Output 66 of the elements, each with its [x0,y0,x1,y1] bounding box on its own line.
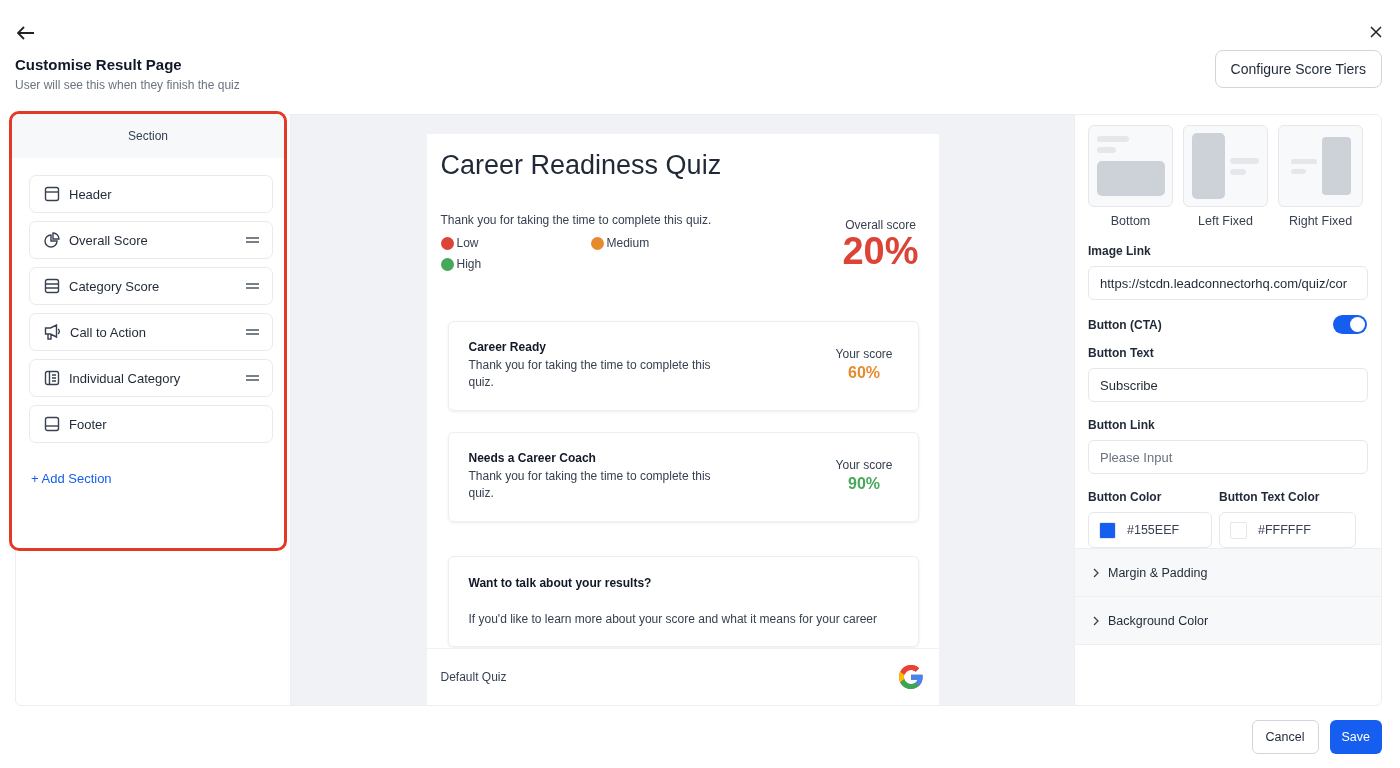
button-text-field[interactable]: Subscribe [1088,368,1368,402]
category-description: Thank you for taking the time to complete this quiz. [468,357,712,391]
accordion-header[interactable]: Background Color [1075,596,1381,645]
accordion-header[interactable]: Margin & Padding [1075,548,1381,596]
configure-score-tiers-button[interactable]: Configure Score Tiers [1214,50,1382,88]
footer-layout-icon [44,416,60,432]
chevron-right-icon [1093,615,1099,626]
add-section-link[interactable]: + Add Section [31,471,284,486]
legend-label: Medium [606,236,650,250]
category-name: Career Ready [468,340,547,354]
cancel-button[interactable]: Cancel [1251,720,1319,754]
rows-icon [44,278,60,294]
toggle-switch[interactable] [1333,315,1367,334]
color-field[interactable]: #155EEF [1088,512,1212,548]
page-subtitle: User will see this when they finish the quiz [15,78,240,92]
category-name: Needs a Career Coach [468,451,597,465]
cta-title: Want to talk about your results? [468,576,653,590]
g-logo-icon [896,663,925,691]
bottom-layout-icon [1096,136,1165,196]
field-label: Button Text Color [1219,490,1321,504]
section-item[interactable]: Category Score [29,267,273,305]
pie-chart-icon [44,232,60,248]
chevron-right-icon [1093,567,1099,578]
field-label: Button (CTA) [1088,317,1162,332]
layout-label: Right Fixed [1288,214,1353,228]
footer-text: Default Quiz [440,670,507,684]
field-label: Button Color [1088,490,1163,504]
drag-handle-icon[interactable] [246,375,259,381]
section-item[interactable]: Header [29,175,273,213]
close-icon[interactable] [1370,26,1382,38]
image-link-field[interactable]: https://stcdn.leadconnectorhq.com/quiz/cor [1088,266,1368,300]
layout-label: Left Fixed [1198,214,1253,228]
category-description: Thank you for taking the time to complete this quiz. [468,468,712,502]
back-icon[interactable] [17,26,35,40]
page-title: Customise Result Page [15,56,183,73]
button-link-field[interactable]: Please Input [1088,440,1368,474]
field-label: Image Link [1088,244,1152,258]
color-field[interactable]: #FFFFFF [1219,512,1356,548]
overall-score-value: 20% [842,232,919,270]
score-label: Your score [835,347,893,361]
overall-score-label: Overall score [844,218,917,232]
intro-text: Thank you for taking the time to complete this quiz. [440,213,713,227]
megaphone-icon [44,324,61,340]
panel-title: Section [12,114,284,158]
list-icon [44,370,60,386]
drag-handle-icon[interactable] [246,329,259,335]
legend-label: Low [456,236,479,250]
section-item[interactable]: Overall Score [29,221,273,259]
section-item[interactable]: Individual Category [29,359,273,397]
field-label: Button Link [1088,418,1156,432]
category-score: 90% [847,475,882,493]
field-label: Button Text [1088,346,1155,360]
quiz-title: Career Readiness Quiz [440,150,723,181]
section-item[interactable]: Footer [29,405,273,443]
category-score: 60% [847,364,882,382]
drag-handle-icon[interactable] [246,237,259,243]
left-layout-icon [1191,133,1260,199]
legend-label: High [456,257,482,271]
score-label: Your score [835,458,893,472]
section-item[interactable]: Call to Action [29,313,273,351]
save-button[interactable]: Save [1329,720,1382,754]
right-layout-icon [1290,137,1351,195]
header-layout-icon [44,186,60,202]
layout-label: Bottom [1110,214,1151,228]
drag-handle-icon[interactable] [246,283,259,289]
cta-text: If you'd like to learn more about your score and what it means for your career [468,612,878,626]
